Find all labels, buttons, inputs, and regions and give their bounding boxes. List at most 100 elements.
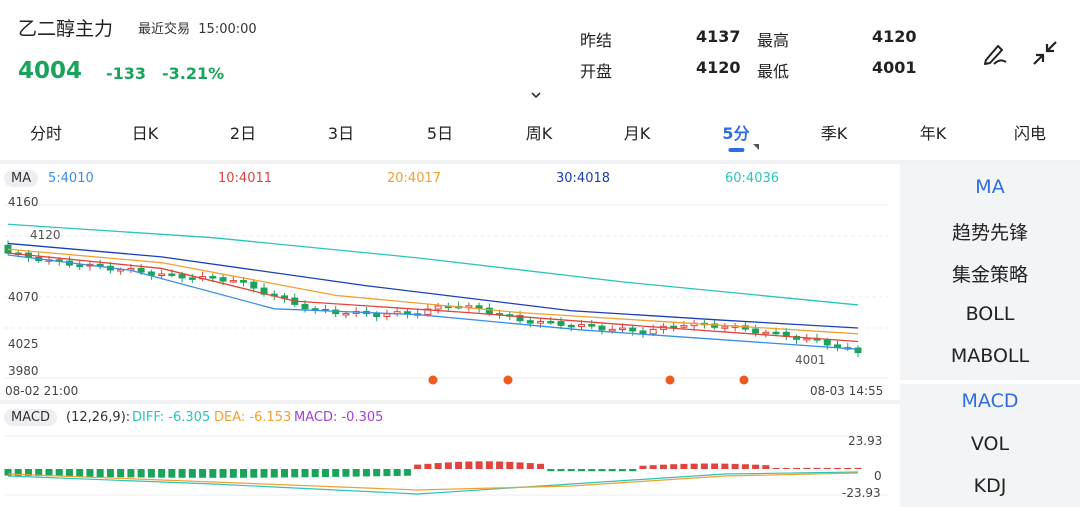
macd-bar <box>127 469 135 478</box>
macd-bar <box>321 469 329 478</box>
candle <box>301 303 309 310</box>
candle <box>188 277 196 280</box>
macd-bar <box>424 463 432 469</box>
ma5-line <box>7 254 859 350</box>
candle <box>526 320 534 324</box>
sidebar-item-macd[interactable]: MACD <box>900 390 1080 412</box>
macd-bar <box>823 467 831 469</box>
macd-bar <box>332 469 340 477</box>
pen-icon[interactable] <box>980 38 1010 68</box>
tab-week-k[interactable]: 周K <box>526 120 553 144</box>
candle <box>618 327 626 331</box>
kline-chart[interactable] <box>0 188 890 400</box>
macd-bar <box>834 467 842 469</box>
tab-day-k[interactable]: 日K <box>132 120 159 144</box>
candle <box>577 324 585 327</box>
macd-bar <box>188 469 196 478</box>
macd-bar <box>762 465 770 469</box>
candle <box>168 273 176 276</box>
candle <box>639 330 647 335</box>
macd-bar <box>352 469 360 477</box>
macd-bar <box>670 464 678 469</box>
candle <box>629 327 637 332</box>
candle <box>137 267 145 273</box>
tab-5day[interactable]: 5日 <box>427 120 453 144</box>
macd-bar <box>516 462 524 469</box>
tab-flash[interactable]: 闪电 <box>1014 120 1046 144</box>
event-dot <box>739 375 749 385</box>
macd-bar <box>209 469 217 478</box>
ma-indicator-badge[interactable]: MA <box>4 170 39 187</box>
macd-bar <box>813 467 821 469</box>
macd-bar <box>741 464 749 469</box>
macd-bar <box>557 469 565 472</box>
ma20-value: 20:4017 <box>387 171 442 186</box>
macd-chart[interactable] <box>0 432 890 502</box>
y-tick-4070: 4070 <box>8 290 39 304</box>
event-dot <box>428 375 438 385</box>
macd-bar <box>270 469 278 478</box>
macd-bar <box>240 469 248 478</box>
macd-bar <box>547 469 555 472</box>
macd-bar <box>117 469 125 478</box>
sidebar-item-jijin[interactable]: 集金策略 <box>900 260 1080 287</box>
macd-bar <box>782 467 790 469</box>
low-value: 4001 <box>872 58 917 77</box>
macd-value: MACD: -0.305 <box>294 410 384 425</box>
tab-fenshi[interactable]: 分时 <box>30 120 62 144</box>
macd-bar <box>537 463 545 469</box>
chevron-down-icon[interactable] <box>531 90 541 100</box>
candle <box>649 328 657 335</box>
macd-y-top: 23.93 <box>848 434 883 448</box>
macd-bar <box>444 462 452 469</box>
macd-bar <box>281 469 289 478</box>
tab-3day[interactable]: 3日 <box>328 120 354 144</box>
sidebar-item-boll[interactable]: BOLL <box>900 303 1080 325</box>
candle <box>229 280 237 283</box>
macd-bar <box>506 461 514 469</box>
macd-bar <box>76 469 84 477</box>
start-time-label: 08-02 21:00 <box>5 384 79 398</box>
tab-5min[interactable]: 5分 <box>722 120 750 152</box>
price-change: -133 <box>106 64 147 83</box>
prev-settle-value: 4137 <box>696 27 741 46</box>
candle <box>752 328 760 334</box>
tab-season-k[interactable]: 季K <box>821 120 848 144</box>
macd-bar <box>711 463 719 469</box>
macd-bar <box>649 465 657 469</box>
sidebar-item-maboll[interactable]: MABOLL <box>900 345 1080 367</box>
macd-bar <box>229 469 237 478</box>
low-label: 最低 <box>757 62 790 81</box>
sidebar-item-kdj[interactable]: KDJ <box>900 475 1080 497</box>
candle <box>373 313 381 317</box>
tab-year-k[interactable]: 年K <box>920 120 947 144</box>
indicator-sidebar: MA 趋势先锋 集金策略 BOLL MABOLL MACD VOL KDJ <box>900 164 1080 507</box>
tab-month-k[interactable]: 月K <box>624 120 651 144</box>
macd-bar <box>250 469 258 478</box>
macd-bar <box>137 469 145 478</box>
tab-dropdown-icon[interactable] <box>753 144 759 150</box>
candle <box>209 276 217 279</box>
macd-bar <box>65 469 73 477</box>
event-dot <box>503 375 513 385</box>
event-markers <box>428 375 749 385</box>
macd-bar <box>455 461 463 469</box>
macd-bar <box>393 469 401 476</box>
prev-settle-label: 昨结 <box>580 31 613 50</box>
price-change-pct: -3.21% <box>162 64 225 83</box>
sidebar-item-ma[interactable]: MA <box>900 176 1080 198</box>
y-tick-4160: 4160 <box>8 195 39 209</box>
macd-dea: DEA: -6.153 <box>214 410 292 425</box>
tab-2day[interactable]: 2日 <box>230 120 256 144</box>
sidebar-item-vol[interactable]: VOL <box>900 433 1080 455</box>
event-dot <box>665 375 675 385</box>
sidebar-item-trend[interactable]: 趋势先锋 <box>900 218 1080 245</box>
collapse-icon[interactable] <box>1030 38 1060 68</box>
macd-indicator-badge[interactable]: MACD <box>4 409 57 426</box>
candle <box>383 313 391 317</box>
candle <box>680 325 688 328</box>
candle <box>547 320 555 324</box>
macd-bar <box>158 469 166 478</box>
macd-bar <box>362 469 370 477</box>
macd-bar <box>567 469 575 472</box>
